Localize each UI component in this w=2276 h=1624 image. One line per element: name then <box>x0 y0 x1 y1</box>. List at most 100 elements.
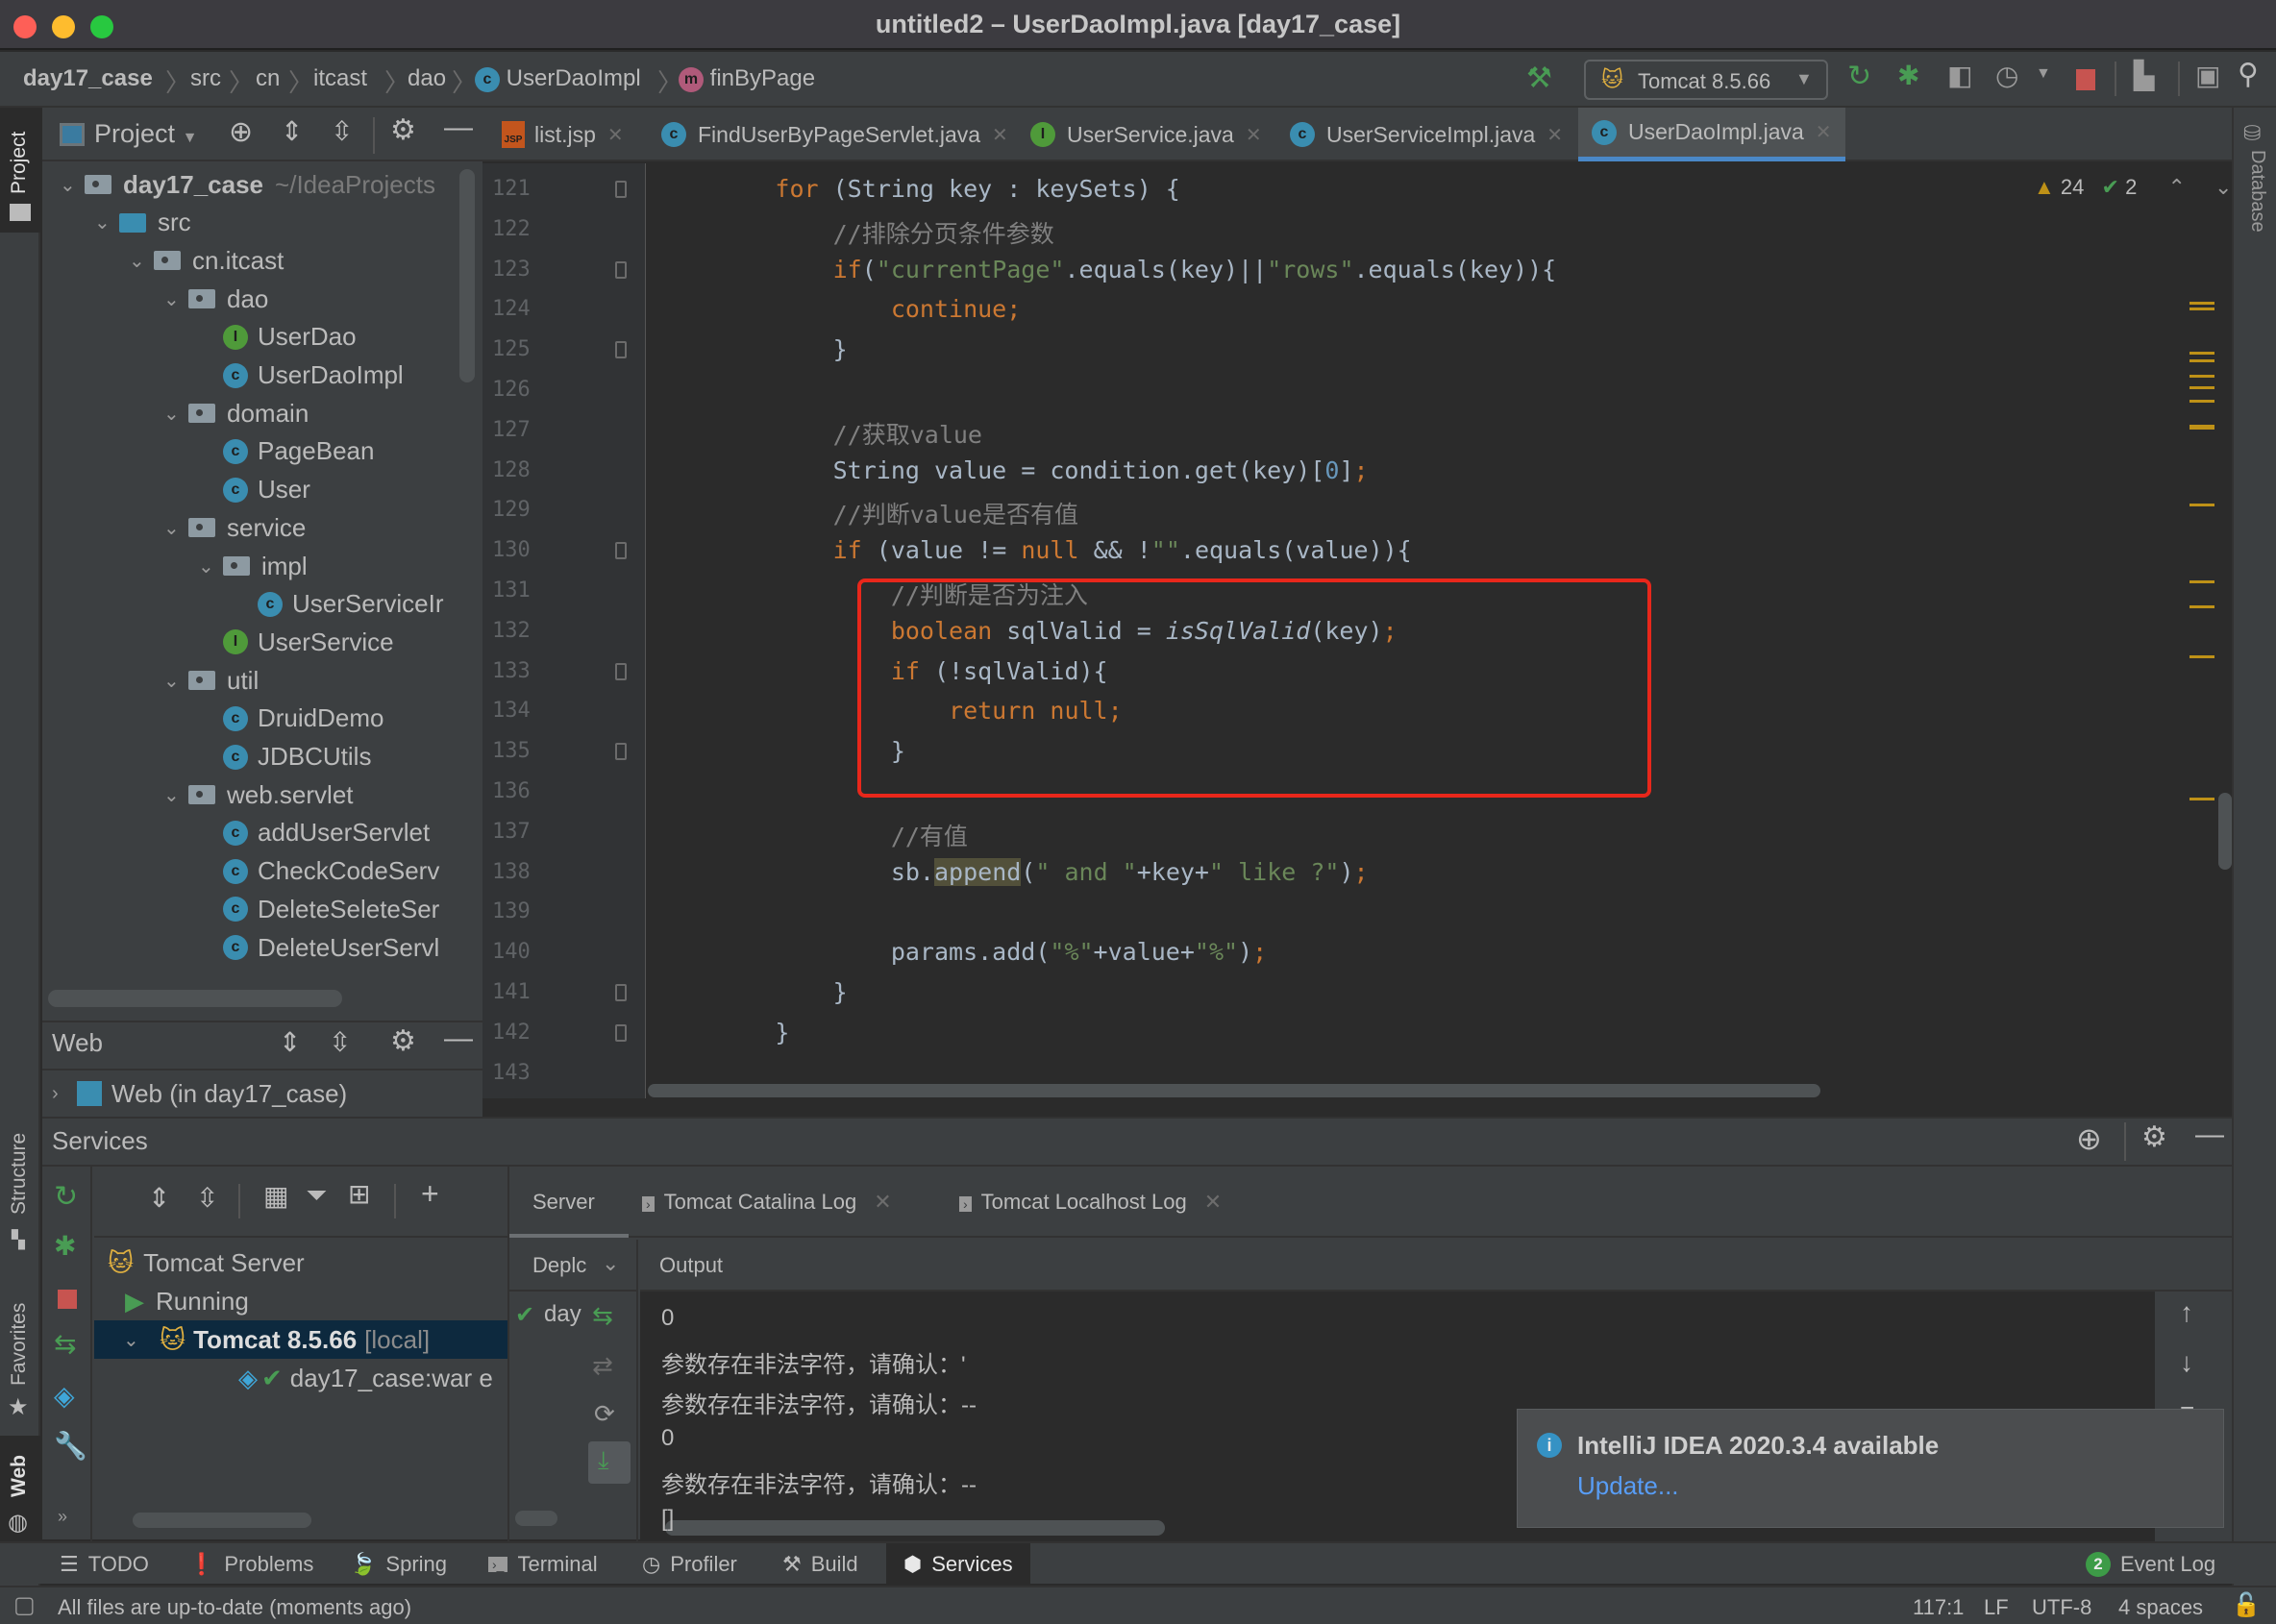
tree-item[interactable]: ⌄ impl <box>198 547 308 585</box>
breadcrumb-project[interactable]: day17_case <box>23 65 153 92</box>
group-by-icon[interactable]: ▦ <box>263 1180 288 1212</box>
tree-item[interactable]: I UserDao <box>198 318 357 357</box>
stripe-button-structure[interactable]: Structure ▚ <box>0 1117 40 1261</box>
tab-finduserbypageservlet[interactable]: c FindUserByPageServlet.java ✕ <box>661 108 1008 161</box>
tree-item[interactable]: ⌄ service <box>163 508 306 547</box>
debug-bug-icon[interactable]: ✱ <box>1897 60 1919 91</box>
tool-tab-terminal[interactable]: ›_ Terminal <box>488 1543 598 1586</box>
chevron-down-icon[interactable]: ⌄ <box>163 402 188 426</box>
tree-item-tomcat-server[interactable]: 🐱 Tomcat Server <box>108 1243 305 1282</box>
breadcrumb-itcast[interactable]: itcast <box>313 65 367 92</box>
tree-item[interactable]: c User <box>198 471 310 509</box>
tree-horizontal-scrollbar[interactable] <box>133 1513 311 1528</box>
unlock-icon[interactable]: 🔓 <box>2232 1591 2261 1619</box>
stripe-button-favorites[interactable]: Favorites ★ <box>0 1280 40 1424</box>
warning-marker[interactable] <box>2189 375 2214 378</box>
warning-marker[interactable] <box>2189 605 2214 608</box>
tab-list-jsp[interactable]: JSP list.jsp ✕ <box>502 108 624 161</box>
stripe-button-project[interactable]: Project <box>0 108 40 233</box>
refresh-icon[interactable]: ⟳ <box>594 1399 615 1429</box>
filter-icon[interactable]: ⏷ <box>306 1180 327 1212</box>
warning-marker[interactable] <box>2189 655 2214 658</box>
locate-icon[interactable]: ⊕ <box>2076 1120 2102 1157</box>
tab-localhost-log[interactable]: › Tomcat Localhost Log ✕ <box>959 1190 1222 1215</box>
warning-marker[interactable] <box>2189 504 2214 506</box>
run-anything-icon[interactable]: ▣ <box>2195 60 2220 91</box>
inspection-widget[interactable]: ▲ 24 ✔ 2 ⌃ ⌄ <box>2034 175 2232 200</box>
tab-userservice[interactable]: I UserService.java ✕ <box>1030 108 1262 161</box>
tree-item[interactable]: c PageBean <box>198 432 374 471</box>
gear-icon[interactable]: ⚙ <box>2141 1120 2167 1154</box>
breadcrumb-dao[interactable]: dao <box>408 65 446 92</box>
breadcrumb-cn[interactable]: cn <box>256 65 280 92</box>
hide-panel-icon[interactable]: — <box>444 111 473 144</box>
editor-vertical-scrollbar[interactable] <box>2218 793 2232 870</box>
warning-marker[interactable] <box>2189 308 2214 310</box>
tree-item[interactable]: c DruidDemo <box>198 700 384 738</box>
chevron-down-icon[interactable]: ⌄ <box>163 516 188 540</box>
output-horizontal-scrollbar[interactable] <box>665 1520 1165 1536</box>
fold-marker-icon[interactable] <box>615 1023 627 1042</box>
build-hammer-icon[interactable]: ⚒ <box>1526 62 1552 95</box>
gear-icon[interactable]: ⚙ <box>390 113 416 147</box>
coverage-icon[interactable]: ◧ <box>1947 60 1972 91</box>
next-highlight-icon[interactable]: ⌄ <box>2214 175 2232 199</box>
stop-icon[interactable] <box>2076 69 2095 90</box>
web-facet-item[interactable]: › Web (in day17_case) <box>52 1074 347 1113</box>
warning-marker[interactable] <box>2189 352 2214 355</box>
warning-marker[interactable] <box>2189 302 2214 305</box>
warning-marker[interactable] <box>2189 359 2214 362</box>
tree-item[interactable]: c UserServiceIr <box>233 585 443 624</box>
previous-highlight-icon[interactable]: ⌃ <box>2167 175 2185 199</box>
chevron-down-icon[interactable]: ⌄ <box>163 783 188 807</box>
deployment-item[interactable]: day <box>544 1301 581 1328</box>
deploy-all-icon[interactable]: ⇆ <box>592 1301 613 1331</box>
chevron-down-icon[interactable]: ⌄ <box>94 210 119 234</box>
tool-tab-spring[interactable]: 🍃 Spring <box>350 1543 447 1586</box>
tree-item[interactable]: c addUserServlet <box>198 814 430 852</box>
tree-item[interactable]: c JDBCUtils <box>198 738 371 776</box>
tab-server[interactable]: Server <box>509 1167 629 1238</box>
tree-item-artifact[interactable]: ◈ ✔ day17_case:war e <box>238 1359 493 1397</box>
tree-item[interactable]: c DeleteSeleteSer <box>198 890 439 928</box>
toggle-tool-windows-icon[interactable]: ▢ <box>13 1591 36 1619</box>
artifacts-icon[interactable]: ◈ <box>54 1380 75 1412</box>
tree-horizontal-scrollbar[interactable] <box>48 990 342 1007</box>
close-tab-icon[interactable]: ✕ <box>1246 123 1262 147</box>
warning-marker[interactable] <box>2189 798 2214 800</box>
undeploy-icon[interactable]: ⇄ <box>592 1351 613 1381</box>
profile-dropdown-icon[interactable]: ▼ <box>2036 65 2051 83</box>
code-editor[interactable]: 121 122 123 124 125 126 127 128 129 130 131 132 133 1… <box>482 163 2232 1098</box>
deploy-icon[interactable]: ⇆ <box>54 1328 76 1360</box>
tree-item[interactable]: ⌄ cn.itcast <box>129 241 284 280</box>
collapse-all-icon[interactable]: ⇳ <box>331 115 353 147</box>
tree-item[interactable]: c UserDaoImpl <box>198 357 404 395</box>
fold-marker-icon[interactable] <box>615 984 627 1001</box>
rerun-icon[interactable]: ↻ <box>1847 60 1871 93</box>
more-actions-icon[interactable]: » <box>58 1507 67 1527</box>
fold-marker-icon[interactable] <box>615 260 627 279</box>
line-separator[interactable]: LF <box>1984 1595 2009 1620</box>
tree-item[interactable]: c CheckCodeServ <box>198 852 439 891</box>
tab-userdaoimpl[interactable]: c UserDaoImpl.java ✕ <box>1578 108 1845 161</box>
deployment-dropdown[interactable]: Deplc ⌄ <box>509 1240 638 1292</box>
fold-marker-icon[interactable] <box>615 341 627 359</box>
rerun-icon[interactable]: ↻ <box>54 1180 78 1214</box>
tool-tab-profiler[interactable]: ◷ Profiler <box>642 1543 737 1586</box>
close-tab-icon[interactable]: ✕ <box>1204 1190 1222 1214</box>
tree-item[interactable]: c DeleteUserServl <box>198 928 439 967</box>
tool-tab-todo[interactable]: ☰ TODO <box>60 1543 149 1586</box>
project-view-dropdown[interactable]: Project ▼ <box>94 119 197 149</box>
tree-item-running[interactable]: ▶ Running <box>125 1282 249 1320</box>
profile-icon[interactable]: ◷ <box>1995 60 2018 91</box>
tool-tab-problems[interactable]: ❗ Problems <box>188 1543 313 1586</box>
close-tab-icon[interactable]: ✕ <box>992 123 1008 147</box>
locate-icon[interactable]: ⊕ <box>229 115 253 149</box>
fold-marker-icon[interactable] <box>615 662 627 680</box>
close-tab-icon[interactable]: ✕ <box>1816 120 1832 144</box>
chevron-down-icon[interactable]: ⌄ <box>60 173 85 197</box>
arrow-up-icon[interactable]: ↑ <box>2180 1297 2193 1328</box>
warning-marker[interactable] <box>2189 427 2214 430</box>
chevron-down-icon[interactable]: ⌄ <box>129 249 154 273</box>
tree-item[interactable]: ⌄ dao <box>163 280 268 318</box>
